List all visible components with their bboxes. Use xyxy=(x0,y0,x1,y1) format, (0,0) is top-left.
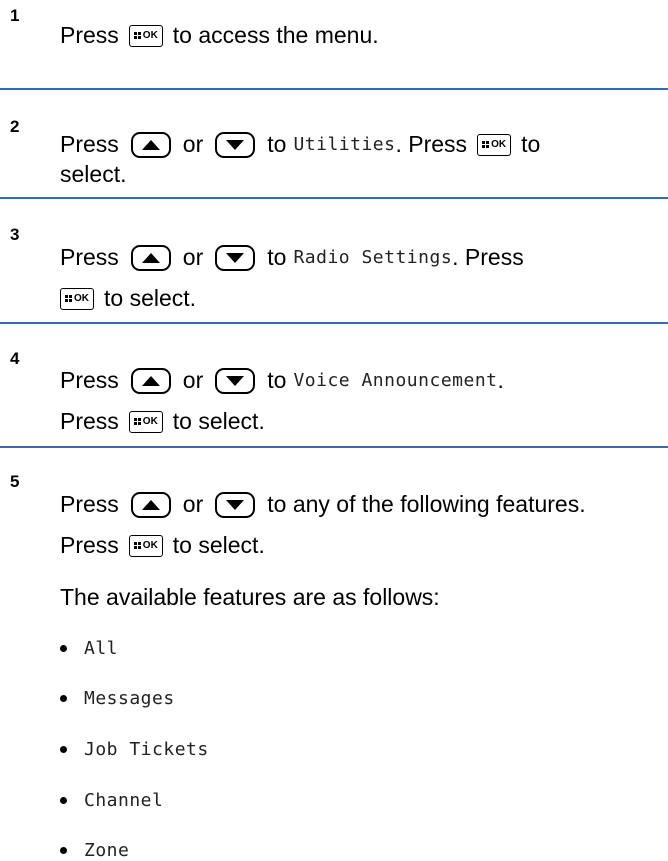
arrow-up-icon xyxy=(130,131,171,158)
step-line: Press OK to select. xyxy=(60,408,265,435)
step-line: OK to select. xyxy=(50,285,196,312)
menu-ok-button-icon: OK xyxy=(128,534,163,557)
step-text: . Press xyxy=(452,244,524,270)
bullet-icon xyxy=(60,746,67,753)
bullet-icon xyxy=(60,847,67,854)
menu-ok-button-icon: OK xyxy=(60,287,94,310)
step-text: to select. xyxy=(104,285,197,311)
step-text: . Press xyxy=(395,131,468,157)
step-text: to xyxy=(521,131,541,157)
step-number: 3 xyxy=(10,225,20,244)
step-text: Press xyxy=(60,367,119,393)
menu-ok-button-icon: OK xyxy=(128,24,163,47)
divider xyxy=(0,197,668,199)
list-item: Zone xyxy=(60,840,129,861)
step-line: Press or to Utilities . Press OK to xyxy=(60,131,540,158)
arrow-down-icon xyxy=(215,244,256,271)
step-text: Press xyxy=(60,22,119,48)
arrow-down-icon xyxy=(215,131,256,158)
step-text: Press xyxy=(60,244,119,270)
step-line: Press or to Radio Settings . Press xyxy=(60,244,524,271)
menu-item-name: Radio Settings xyxy=(293,247,453,268)
menu-item-name: Voice Announcement xyxy=(293,370,498,391)
arrow-down-icon xyxy=(215,491,256,518)
menu-item-name: Utilities xyxy=(293,134,396,155)
step-number: 2 xyxy=(10,117,20,136)
step-line: Press OK to access the menu. xyxy=(60,22,379,49)
step-text: to select. xyxy=(172,532,265,558)
arrow-down-icon xyxy=(215,367,256,394)
step-line: Press or to Voice Announcement . xyxy=(60,367,504,394)
step-text: to any of the following features. xyxy=(267,491,586,517)
list-item: Messages xyxy=(60,688,175,709)
list-item: Job Tickets xyxy=(60,739,209,760)
arrow-up-icon xyxy=(130,491,171,518)
list-item: Channel xyxy=(60,790,163,811)
arrow-up-icon xyxy=(130,244,171,271)
bullet-icon xyxy=(60,695,67,702)
step-text: to select. xyxy=(172,408,265,434)
step-text: select. xyxy=(60,161,127,187)
divider xyxy=(0,88,668,90)
step-text: to xyxy=(267,131,287,157)
step-text: to access the menu. xyxy=(172,22,379,48)
step-text: or xyxy=(182,367,204,393)
step-text: to xyxy=(267,367,287,393)
step-line: Press OK to select. xyxy=(60,532,265,559)
arrow-up-icon xyxy=(130,367,171,394)
step-text: to xyxy=(267,244,287,270)
list-item: All xyxy=(60,638,118,659)
step-text: or xyxy=(182,491,204,517)
divider xyxy=(0,322,668,324)
step-text: . xyxy=(497,367,504,393)
step-number: 4 xyxy=(10,349,20,368)
step-text: or xyxy=(182,244,204,270)
divider xyxy=(0,446,668,448)
step-line: select. xyxy=(60,161,126,188)
step-text: Press xyxy=(60,491,119,517)
step-text: or xyxy=(182,131,204,157)
step-number: 1 xyxy=(10,6,20,25)
menu-ok-button-icon: OK xyxy=(128,410,163,433)
step-number: 5 xyxy=(10,472,20,491)
step-line: Press or to any of the following feature… xyxy=(60,491,586,518)
bullet-icon xyxy=(60,797,67,804)
step-text: Press xyxy=(60,408,119,434)
features-intro: The available features are as follows: xyxy=(60,584,440,610)
step-text: Press xyxy=(60,131,119,157)
step-text: Press xyxy=(60,532,119,558)
bullet-icon xyxy=(60,645,67,652)
menu-ok-button-icon: OK xyxy=(477,133,512,156)
